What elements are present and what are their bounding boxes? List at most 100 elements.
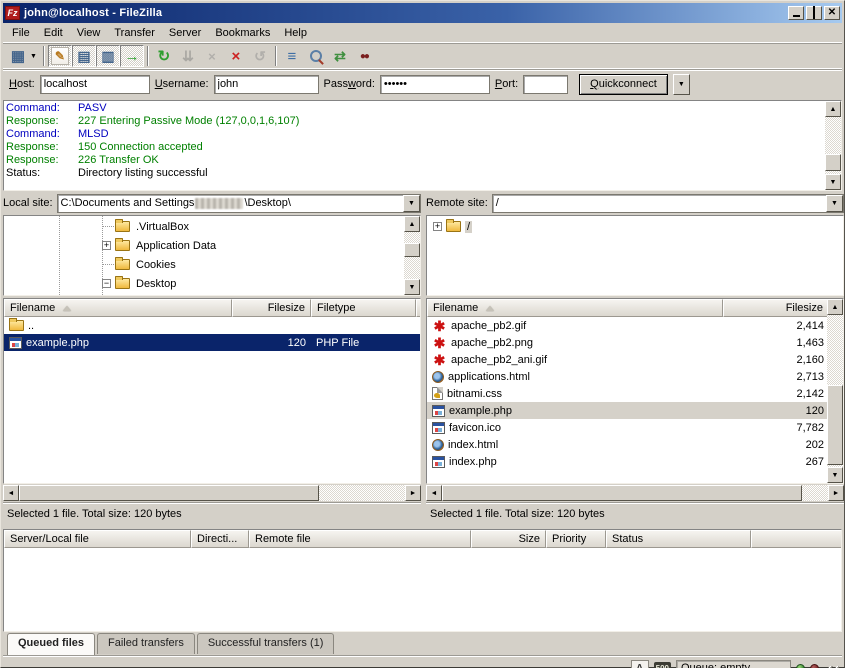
site-manager-button[interactable]: ▦▼	[6, 45, 40, 67]
close-button[interactable]: ✕	[824, 6, 840, 20]
file-row[interactable]: ✱apache_pb2.png1,463	[427, 334, 827, 351]
queue-column-header[interactable]: Status	[606, 530, 751, 548]
scroll-left-icon[interactable]: ◄	[426, 485, 442, 501]
port-input[interactable]	[523, 75, 568, 94]
dropdown-arrow-icon[interactable]: ▼	[30, 53, 37, 60]
menu-view[interactable]: View	[70, 25, 108, 41]
file-row[interactable]: index.html202	[427, 436, 827, 453]
scroll-up-icon[interactable]: ▲	[825, 101, 841, 117]
local-column-header[interactable]: Last modified	[416, 299, 420, 317]
tree-item[interactable]: −Desktop	[102, 274, 404, 293]
log-line-text: 226 Transfer OK	[78, 154, 159, 167]
tab-successful-transfers-1-[interactable]: Successful transfers (1)	[197, 633, 335, 654]
local-column-header[interactable]: Filesize	[232, 299, 311, 317]
toggle-remote-tree-button[interactable]: ▥	[96, 45, 120, 67]
find-files-button[interactable]	[352, 45, 376, 67]
tree-item[interactable]: .VirtualBox	[102, 217, 404, 236]
speed-limit-indicator[interactable]: 500	[654, 662, 671, 668]
queue-column-header[interactable]: Directi...	[191, 530, 249, 548]
host-input[interactable]	[40, 75, 150, 94]
collapse-icon[interactable]: −	[102, 279, 111, 288]
scrollbar-thumb[interactable]	[827, 385, 843, 465]
remote-pane: Remote site: / ▼ +/ FilenameFilesize ✱ap…	[426, 193, 844, 524]
file-size-cell: 120	[232, 334, 311, 351]
queue-column-header[interactable]: Remote file	[249, 530, 471, 548]
local-path-prefix: C:\Documents and Settings	[61, 197, 195, 209]
scroll-left-icon[interactable]: ◄	[3, 485, 19, 501]
scroll-right-icon[interactable]: ►	[405, 485, 421, 501]
log-line-label: Command:	[6, 128, 78, 141]
file-row[interactable]: favicon.ico7,782	[427, 419, 827, 436]
refresh-button[interactable]: ↻	[152, 45, 176, 67]
file-row[interactable]: ✱apache_pb2.gif2,414	[427, 317, 827, 334]
local-tree-scrollbar[interactable]: ▲ ▼	[404, 216, 420, 295]
file-row[interactable]: example.php120PHP File1	[4, 334, 420, 351]
menu-server[interactable]: Server	[162, 25, 208, 41]
chevron-down-icon[interactable]: ▼	[403, 195, 420, 212]
scrollbar-thumb[interactable]	[404, 243, 420, 257]
scroll-up-icon[interactable]: ▲	[827, 299, 843, 315]
menu-transfer[interactable]: Transfer	[107, 25, 162, 41]
scroll-down-icon[interactable]: ▼	[827, 467, 843, 483]
tree-item[interactable]: +/	[433, 217, 843, 236]
titlebar[interactable]: Fz john@localhost - FileZilla ✕	[3, 3, 842, 23]
file-modified-cell: 1	[416, 334, 420, 351]
scroll-down-icon[interactable]: ▼	[825, 174, 841, 190]
menu-help[interactable]: Help	[277, 25, 314, 41]
local-site-combobox[interactable]: C:\Documents and Settings\Desktop\ ▼	[57, 194, 421, 213]
menu-edit[interactable]: Edit	[37, 25, 70, 41]
maximize-button[interactable]	[806, 6, 822, 20]
file-size-cell: 267	[723, 453, 827, 470]
file-row[interactable]: applications.html2,713	[427, 368, 827, 385]
directory-comparison-button[interactable]	[304, 45, 328, 67]
scrollbar-thumb[interactable]	[19, 485, 319, 501]
queue-column-header[interactable]: Size	[471, 530, 546, 548]
column-header-label: Priority	[552, 533, 586, 545]
remote-column-header[interactable]: Filesize	[723, 299, 827, 317]
username-input[interactable]	[214, 75, 319, 94]
scrollbar-thumb[interactable]	[442, 485, 802, 501]
scrollbar-thumb[interactable]	[825, 154, 841, 171]
local-hscrollbar[interactable]: ◄ ►	[3, 485, 421, 501]
expand-icon[interactable]: +	[433, 222, 442, 231]
expand-icon[interactable]: +	[102, 241, 111, 250]
tree-item[interactable]: +Application Data	[102, 236, 404, 255]
scroll-up-icon[interactable]: ▲	[404, 216, 420, 232]
column-header-label: Filename	[10, 302, 55, 314]
toggle-queue-button[interactable]: →	[120, 45, 144, 67]
file-row[interactable]: ✱apache_pb2_ani.gif2,160	[427, 351, 827, 368]
queue-column-header[interactable]: Priority	[546, 530, 606, 548]
file-row[interactable]: ..	[4, 317, 420, 334]
queue-column-header[interactable]: Server/Local file	[4, 530, 191, 548]
file-size-cell	[232, 317, 311, 334]
synchronized-browsing-button[interactable]: ⇄	[328, 45, 352, 67]
scroll-down-icon[interactable]: ▼	[404, 279, 420, 295]
filter-button[interactable]: ≡	[280, 45, 304, 67]
remote-hscrollbar[interactable]: ◄ ►	[426, 485, 844, 501]
disconnect-button[interactable]: ×	[224, 45, 248, 67]
file-row[interactable]: index.php267	[427, 453, 827, 470]
remote-list-scrollbar[interactable]: ▲ ▼	[827, 299, 843, 483]
menu-bookmarks[interactable]: Bookmarks	[208, 25, 277, 41]
remote-site-combobox[interactable]: / ▼	[492, 194, 844, 213]
log-scrollbar[interactable]: ▲ ▼	[825, 101, 841, 190]
file-row[interactable]: bitnami.css2,142	[427, 385, 827, 402]
scroll-right-icon[interactable]: ►	[828, 485, 844, 501]
quickconnect-button[interactable]: Quickconnect	[579, 74, 668, 95]
toggle-message-log-button[interactable]: ✎	[48, 45, 72, 67]
toggle-local-tree-button[interactable]: ▤	[72, 45, 96, 67]
quickconnect-dropdown-icon[interactable]: ▼	[673, 74, 690, 95]
tab-queued-files[interactable]: Queued files	[7, 633, 95, 656]
local-column-header[interactable]: Filename	[4, 299, 232, 317]
chevron-down-icon[interactable]: ▼	[826, 195, 843, 212]
local-column-header[interactable]: Filetype	[311, 299, 416, 317]
tab-failed-transfers[interactable]: Failed transfers	[97, 633, 195, 654]
password-input[interactable]	[380, 75, 490, 94]
remote-column-header[interactable]: Filename	[427, 299, 723, 317]
tree-item[interactable]: Cookies	[102, 255, 404, 274]
menu-file[interactable]: File	[5, 25, 37, 41]
data-type-indicator[interactable]: A	[631, 660, 649, 668]
activity-led-red	[810, 664, 819, 668]
minimize-button[interactable]	[788, 6, 804, 20]
file-row[interactable]: example.php120	[427, 402, 827, 419]
